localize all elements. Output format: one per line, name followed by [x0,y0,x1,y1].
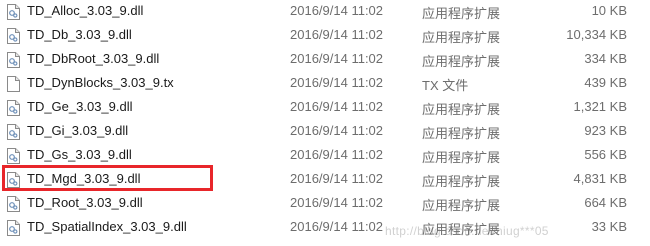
file-size: 556 KB [584,147,627,162]
file-type: 应用程序扩展 [422,30,501,45]
file-type: 应用程序扩展 [422,150,501,165]
file-row[interactable]: TD_SpatialIndex_3.03_9.dll 2016/9/14 11:… [0,216,650,240]
dll-file-icon [7,124,20,140]
dll-file-icon [7,52,20,68]
file-type: 应用程序扩展 [422,102,501,117]
file-row[interactable]: TD_Root_3.03_9.dll 2016/9/14 11:02 应用程序扩… [0,192,650,216]
file-modified-date: 2016/9/14 11:02 [290,171,384,186]
file-type: 应用程序扩展 [422,54,501,69]
dll-file-icon [7,196,20,212]
file-row[interactable]: TD_DbRoot_3.03_9.dll 2016/9/14 11:02 应用程… [0,48,650,72]
file-size: 923 KB [584,123,627,138]
file-size: 10,334 KB [566,27,627,42]
file-type: 应用程序扩展 [422,6,501,21]
file-modified-date: 2016/9/14 11:02 [290,51,384,66]
file-name[interactable]: TD_Db_3.03_9.dll [27,27,132,42]
dll-file-icon [7,100,20,116]
file-type: TX 文件 [422,78,469,93]
file-modified-date: 2016/9/14 11:02 [290,75,384,90]
file-modified-date: 2016/9/14 11:02 [290,27,384,42]
file-name[interactable]: TD_Alloc_3.03_9.dll [27,3,143,18]
file-modified-date: 2016/9/14 11:02 [290,99,384,114]
file-name[interactable]: TD_Gi_3.03_9.dll [27,123,128,138]
file-name[interactable]: TD_Gs_3.03_9.dll [27,147,132,162]
file-name[interactable]: TD_Ge_3.03_9.dll [27,99,133,114]
red-highlight-box [2,165,213,191]
file-name[interactable]: TD_DynBlocks_3.03_9.tx [27,75,174,90]
file-modified-date: 2016/9/14 11:02 [290,3,384,18]
file-row[interactable]: TD_Alloc_3.03_9.dll 2016/9/14 11:02 应用程序… [0,0,650,24]
file-row[interactable]: TD_Ge_3.03_9.dll 2016/9/14 11:02 应用程序扩展 … [0,96,650,120]
file-modified-date: 2016/9/14 11:02 [290,219,384,234]
generic-file-icon [7,76,20,92]
file-size: 1,321 KB [573,99,628,114]
file-size: 439 KB [584,75,627,90]
file-type: 应用程序扩展 [422,174,501,189]
file-name[interactable]: TD_Root_3.03_9.dll [27,195,143,210]
file-modified-date: 2016/9/14 11:02 [290,195,384,210]
file-modified-date: 2016/9/14 11:02 [290,123,384,138]
file-size: 664 KB [584,195,627,210]
file-modified-date: 2016/9/14 11:02 [290,147,384,162]
dll-file-icon [7,4,20,20]
file-type: 应用程序扩展 [422,198,501,213]
watermark-text: http://blog.csdn.net/niug***05 [385,224,549,238]
dll-file-icon [7,220,20,236]
file-list: TD_Alloc_3.03_9.dll 2016/9/14 11:02 应用程序… [0,0,650,246]
file-name[interactable]: TD_SpatialIndex_3.03_9.dll [27,219,187,234]
file-row[interactable]: TD_Db_3.03_9.dll 2016/9/14 11:02 应用程序扩展 … [0,24,650,48]
file-size: 33 KB [591,219,627,234]
dll-file-icon [7,148,20,164]
file-size: 334 KB [584,51,627,66]
file-type: 应用程序扩展 [422,126,501,141]
file-row[interactable]: TD_DynBlocks_3.03_9.tx 2016/9/14 11:02 T… [0,72,650,96]
file-name[interactable]: TD_DbRoot_3.03_9.dll [27,51,159,66]
file-size: 4,831 KB [573,171,628,186]
file-size: 10 KB [591,3,627,18]
dll-file-icon [7,28,20,44]
file-row[interactable]: TD_Gi_3.03_9.dll 2016/9/14 11:02 应用程序扩展 … [0,120,650,144]
